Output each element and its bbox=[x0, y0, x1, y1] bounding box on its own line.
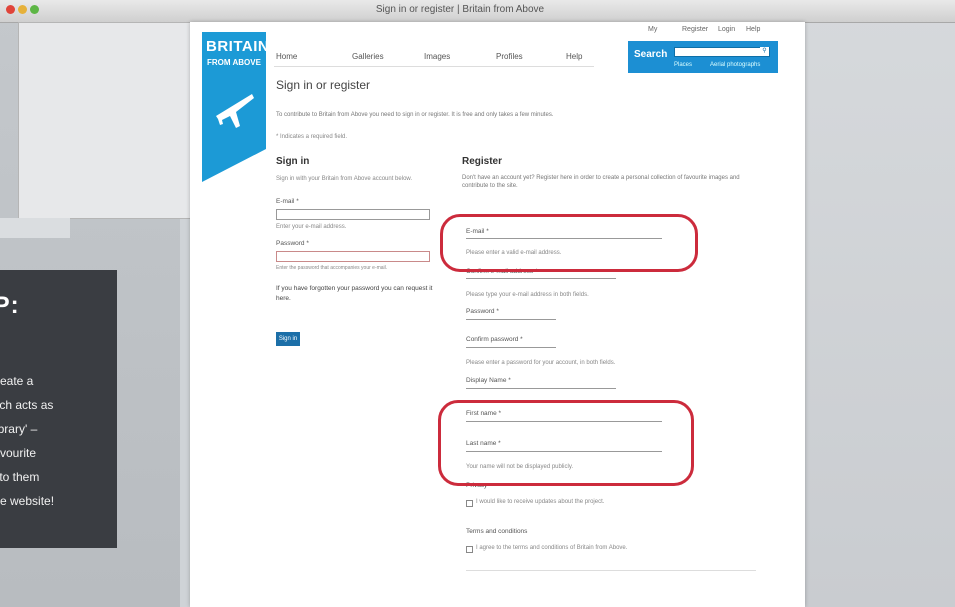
tip-line-6: the website! bbox=[0, 494, 55, 508]
main-nav: Home Galleries Images Profiles Help bbox=[274, 52, 594, 67]
register-heading: Register bbox=[462, 156, 503, 167]
signin-email-hint: Enter your e-mail address. bbox=[276, 224, 347, 230]
nav-profiles[interactable]: Profiles bbox=[496, 52, 523, 61]
site-logo[interactable]: 1919-1953 BRITAIN FROM ABOVE bbox=[202, 32, 266, 182]
register-password-label: Password * bbox=[466, 308, 499, 315]
web-page: 1919-1953 BRITAIN FROM ABOVE Home Galler… bbox=[190, 22, 805, 607]
register-password-field[interactable] bbox=[466, 319, 556, 320]
logo-subtitle: FROM ABOVE bbox=[207, 58, 261, 67]
divider bbox=[466, 570, 756, 571]
terms-heading: Terms and conditions bbox=[466, 528, 528, 535]
signin-button[interactable]: Sign in bbox=[276, 332, 300, 346]
browser-chrome: Sign in or register | Britain from Above bbox=[0, 0, 955, 23]
nav-galleries[interactable]: Galleries bbox=[352, 52, 384, 61]
search-option-aerial[interactable]: Aerial photographs bbox=[710, 62, 760, 68]
top-link-my[interactable]: My bbox=[648, 26, 657, 33]
signin-password-label: Password * bbox=[276, 240, 309, 247]
signin-heading: Sign in bbox=[276, 156, 310, 167]
logo-title: BRITAIN bbox=[206, 38, 270, 55]
nav-images[interactable]: Images bbox=[424, 52, 450, 61]
register-password-hint: Please enter a password for your account… bbox=[466, 360, 616, 366]
search-option-places[interactable]: Places bbox=[674, 62, 692, 68]
email-highlight bbox=[440, 214, 698, 272]
signin-password-hint: Enter the password that accompanies your… bbox=[276, 265, 388, 271]
background-right bbox=[795, 0, 955, 607]
tip-panel: IP: create a hich acts as 'library' – fa… bbox=[0, 270, 117, 548]
tip-line-5: k to them bbox=[0, 470, 40, 484]
close-window-icon[interactable] bbox=[6, 5, 15, 14]
top-link-login[interactable]: Login bbox=[718, 26, 735, 33]
search-input[interactable] bbox=[674, 47, 770, 57]
logo-years: 1919-1953 bbox=[212, 22, 256, 29]
nav-home[interactable]: Home bbox=[276, 52, 297, 61]
name-highlight bbox=[438, 400, 694, 486]
top-link-register[interactable]: Register bbox=[682, 26, 708, 33]
signin-password-field[interactable] bbox=[276, 251, 430, 262]
terms-checkbox[interactable] bbox=[466, 546, 473, 553]
top-link-help[interactable]: Help bbox=[746, 26, 760, 33]
terms-check-label: I agree to the terms and conditions of B… bbox=[476, 545, 628, 551]
signin-email-label: E-mail * bbox=[276, 198, 299, 205]
window-title: Sign in or register | Britain from Above bbox=[375, 4, 545, 15]
tip-line-2: hich acts as bbox=[0, 398, 54, 412]
tip-title: IP: bbox=[0, 292, 20, 319]
airplane-icon bbox=[216, 94, 254, 128]
signin-instructions: Sign in with your Britain from Above acc… bbox=[276, 176, 413, 182]
tip-line-1: create a bbox=[0, 374, 34, 388]
register-confirm-email-hint: Please type your e-mail address in both … bbox=[466, 292, 589, 298]
nav-help[interactable]: Help bbox=[566, 52, 582, 61]
background-panel bbox=[0, 218, 70, 238]
register-display-name-field[interactable] bbox=[466, 388, 616, 389]
register-intro: Don't have an account yet? Register here… bbox=[462, 175, 740, 189]
required-note: * Indicates a required field. bbox=[276, 134, 348, 140]
maximize-window-icon[interactable] bbox=[30, 5, 39, 14]
signin-email-field[interactable] bbox=[276, 209, 430, 220]
top-links: My Register Login Help bbox=[628, 26, 798, 38]
tip-line-4: favourite bbox=[0, 446, 37, 460]
page-intro: To contribute to Britain from Above you … bbox=[276, 112, 554, 118]
minimize-window-icon[interactable] bbox=[18, 5, 27, 14]
register-confirm-password-label: Confirm password * bbox=[466, 336, 523, 343]
forgot-password-link[interactable]: If you have forgotten your password you … bbox=[276, 284, 436, 304]
background-browser-window bbox=[18, 22, 192, 219]
privacy-check-label: I would like to receive updates about th… bbox=[476, 499, 605, 505]
page-title: Sign in or register bbox=[276, 78, 371, 92]
register-confirm-password-field[interactable] bbox=[466, 347, 556, 348]
search-panel: Search ⚲ Places Aerial photographs bbox=[628, 41, 778, 73]
tip-line-3: 'library' – bbox=[0, 422, 38, 436]
privacy-checkbox[interactable] bbox=[466, 500, 473, 507]
register-display-name-label: Display Name * bbox=[466, 377, 511, 384]
search-label: Search bbox=[634, 49, 668, 60]
search-icon[interactable]: ⚲ bbox=[760, 47, 769, 56]
register-confirm-email-field[interactable] bbox=[466, 278, 616, 279]
